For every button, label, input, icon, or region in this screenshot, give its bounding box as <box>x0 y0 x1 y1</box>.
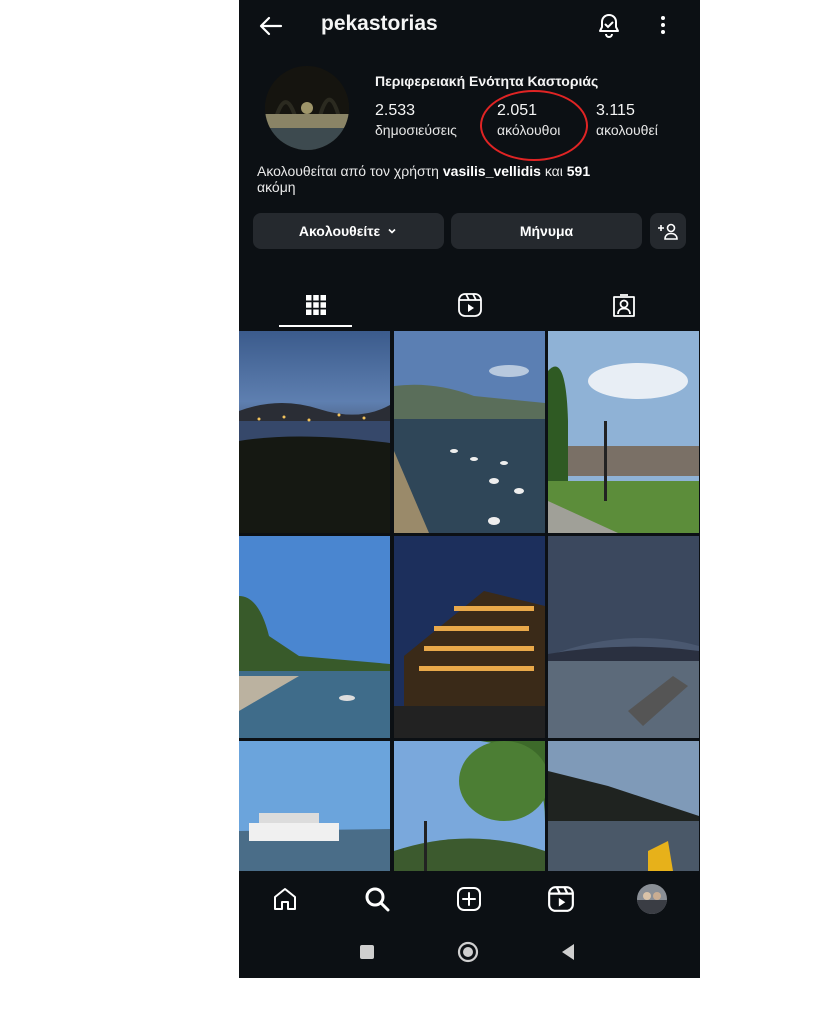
active-tab-indicator <box>279 325 352 327</box>
followed-by-suffix: ακόμη <box>257 179 296 195</box>
posts-stat: 2.533 δημοσιεύσεις <box>375 101 457 139</box>
post-thumbnail[interactable] <box>548 536 699 738</box>
reels-icon <box>548 886 574 912</box>
reels-icon <box>457 293 482 317</box>
nav-search[interactable] <box>361 883 393 915</box>
post-grid <box>239 331 700 871</box>
nav-reels[interactable] <box>545 883 577 915</box>
post-thumbnail[interactable] <box>239 741 390 871</box>
tab-grid[interactable] <box>239 282 392 328</box>
profile-display-name: Περιφερειακή Ενότητα Καστοριάς <box>375 73 599 89</box>
more-vertical-icon[interactable] <box>653 11 673 39</box>
tab-tagged[interactable] <box>547 282 700 328</box>
add-user-button[interactable] <box>650 213 686 249</box>
following-label: ακολουθεί <box>596 122 658 138</box>
posts-label: δημοσιεύσεις <box>375 122 457 138</box>
grid-icon <box>305 295 326 315</box>
followed-by-middle: και <box>540 163 567 179</box>
followed-by-count: 591 <box>566 163 591 179</box>
message-button-label: Μήνυμα <box>519 223 574 239</box>
arrow-left-icon[interactable] <box>257 12 285 40</box>
home-circle-icon[interactable] <box>456 940 480 964</box>
tab-reels[interactable] <box>393 282 546 328</box>
avatar-icon <box>637 884 667 914</box>
followed-by-prefix: Ακολουθείται από τον χρήστη <box>257 163 443 179</box>
add-user-icon <box>658 223 678 240</box>
message-button[interactable]: Μήνυμα <box>451 213 642 249</box>
following-count: 3.115 <box>596 102 635 119</box>
following-stat[interactable]: 3.115 ακολουθεί <box>596 101 658 139</box>
avatar[interactable] <box>265 66 349 150</box>
instagram-profile-screen: pekastorias Περιφερειακή Ενότητα Καστορι… <box>239 0 700 978</box>
following-button[interactable]: Ακολουθείτε <box>253 213 444 249</box>
followed-by-user: vasilis_vellidis <box>442 163 541 179</box>
post-thumbnail[interactable] <box>394 536 545 738</box>
nav-home[interactable] <box>269 883 301 915</box>
search-icon <box>365 887 390 912</box>
chevron-down-icon <box>388 228 396 234</box>
highlight-ring <box>480 90 588 161</box>
post-thumbnail[interactable] <box>394 331 545 533</box>
plus-square-icon <box>457 887 481 911</box>
home-icon <box>274 888 296 910</box>
nav-profile[interactable] <box>637 884 667 914</box>
bottom-nav <box>239 871 700 927</box>
following-button-label: Ακολουθείτε <box>298 223 381 239</box>
profile-tabs <box>239 282 700 328</box>
post-thumbnail[interactable] <box>548 331 699 533</box>
tagged-icon <box>612 294 635 317</box>
bell-icon[interactable] <box>595 11 623 39</box>
top-bar: pekastorias <box>239 0 700 52</box>
avatar-image <box>265 66 349 150</box>
post-thumbnail[interactable] <box>548 741 699 871</box>
post-thumbnail[interactable] <box>239 536 390 738</box>
profile-username: pekastorias <box>321 12 438 35</box>
post-thumbnail[interactable] <box>239 331 390 533</box>
nav-create[interactable] <box>453 883 485 915</box>
recents-icon[interactable] <box>355 940 379 964</box>
system-nav-bar <box>239 927 700 978</box>
followed-by-text[interactable]: Ακολουθείται από τον χρήστη vasilis_vell… <box>257 163 677 195</box>
posts-count: 2.533 <box>375 102 416 119</box>
back-triangle-icon[interactable] <box>557 940 581 964</box>
post-thumbnail[interactable] <box>394 741 545 871</box>
